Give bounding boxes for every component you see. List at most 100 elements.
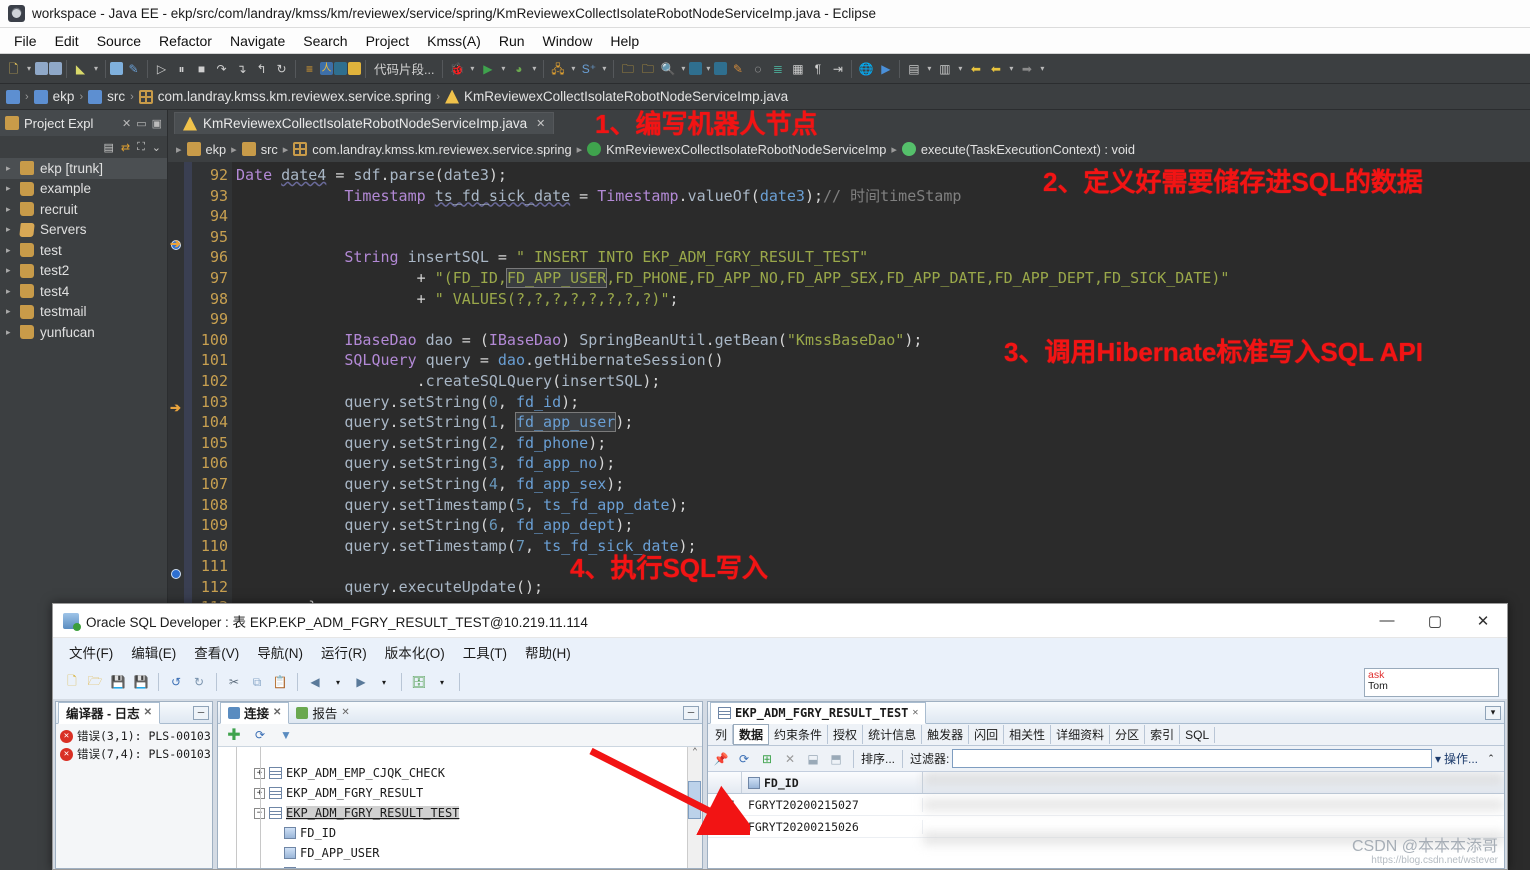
refresh-icon[interactable]: ⟳	[734, 749, 754, 769]
minimize-button[interactable]: —	[1363, 604, 1411, 638]
tree-scrollbar[interactable]: ⌃	[687, 747, 702, 868]
sqldev-menu-file[interactable]: 文件(F)	[62, 639, 120, 665]
minimize-panel-button[interactable]: －	[193, 705, 209, 720]
search-icon[interactable]: 🔍	[658, 59, 677, 79]
snippet-label[interactable]: 代码片段...	[370, 59, 438, 78]
subtab-columns[interactable]: 列	[710, 725, 734, 744]
link-editor-icon[interactable]: ⇄	[121, 141, 130, 154]
java-perspective-icon[interactable]: 人	[320, 62, 333, 75]
project-tree[interactable]: ▸ ekp [trunk] ▸ example ▸ recruit ▸ Serv…	[0, 158, 167, 343]
focus-icon[interactable]: ⛶	[137, 141, 145, 154]
run-sql-dropdown-icon[interactable]: ▾	[432, 672, 452, 692]
run-icon[interactable]: ▶	[478, 59, 497, 79]
quick-fix-icon[interactable]: ◣	[71, 59, 90, 79]
project-explorer-toolbar[interactable]: ▤ ⇄ ⛶ ⌄	[0, 136, 167, 158]
run-sql-icon[interactable]: 🗄	[409, 672, 429, 692]
open-type-icon[interactable]: ≡	[300, 59, 319, 79]
word-wrap-icon[interactable]: ⇥	[828, 59, 847, 79]
menu-source[interactable]: Source	[89, 31, 149, 51]
editor-crumb-src[interactable]: src	[261, 142, 278, 157]
menu-edit[interactable]: Edit	[47, 31, 87, 51]
target-icon[interactable]: ◌	[748, 59, 767, 79]
save-all-icon[interactable]	[49, 62, 62, 75]
maximize-button[interactable]: ▢	[1411, 604, 1459, 638]
server-dropdown-icon[interactable]: ▾	[568, 64, 578, 73]
insert-row-icon[interactable]: ⊞	[757, 749, 777, 769]
next-annotation-icon[interactable]: ▥	[935, 59, 954, 79]
sqldev-menu-navigate[interactable]: 导航(N)	[250, 639, 310, 665]
sqldev-toolbar[interactable]: 🗋 🗁 💾 💾 ↺ ↻ ✂ ⧉ 📋 ◀ ▾ ▶ ▾ 🗄 ▾ ask Tom	[53, 665, 1507, 699]
tree-item-test4[interactable]: ▸ test4	[0, 281, 167, 302]
menu-search[interactable]: Search	[295, 31, 355, 51]
close-button[interactable]: ✕	[1459, 604, 1507, 638]
twisty-icon[interactable]: ▸	[6, 286, 14, 297]
suspend-icon[interactable]: ⏸	[172, 59, 191, 79]
data-grid[interactable]: FD_ID 1 FGRYT20200215027 2 FGRYT20200215…	[708, 772, 1504, 868]
open-folder-icon[interactable]: 🗀	[618, 59, 637, 79]
menu-kmss[interactable]: Kmss(A)	[419, 31, 489, 51]
block-select-icon[interactable]: ≣	[768, 59, 787, 79]
sqldev-menu-versioning[interactable]: 版本化(O)	[378, 639, 452, 665]
twisty-icon[interactable]: ▸	[6, 183, 14, 194]
maximize-icon[interactable]: ▣	[152, 117, 162, 130]
search-dropdown-icon[interactable]: ▾	[678, 64, 688, 73]
editor-tab-active[interactable]: KmReviewexCollectIsolateRobotNodeService…	[174, 112, 555, 134]
connections-tree[interactable]: + EKP_ADM_EMP_CJQK_CHECK + EKP_ADM_FGRY_…	[218, 747, 702, 868]
pencil-icon[interactable]: ✎	[124, 59, 143, 79]
tab-table-ekp-adm-fgry-result-test[interactable]: EKP_ADM_FGRY_RESULT_TEST ✕	[710, 701, 927, 724]
coverage-icon[interactable]: ◕	[509, 59, 528, 79]
close-icon[interactable]: ✕	[273, 707, 281, 718]
twisty-icon[interactable]: ▸	[6, 204, 14, 215]
subtab-triggers[interactable]: 触发器	[922, 725, 970, 744]
open-folder2-icon[interactable]: 🗀	[638, 59, 657, 79]
sqldev-menu-help[interactable]: 帮助(H)	[518, 639, 578, 665]
menu-run[interactable]: Run	[491, 31, 533, 51]
tree-item-yunfucan[interactable]: ▸ yunfucan	[0, 322, 167, 343]
project-explorer-header[interactable]: Project Expl ✕ ▭ ▣	[0, 110, 167, 136]
coverage-dropdown-icon[interactable]: ▾	[529, 64, 539, 73]
navigate-forward-icon[interactable]: ▶	[351, 672, 371, 692]
pin-icon[interactable]: 📌	[711, 749, 731, 769]
actions-button[interactable]: ▾	[1435, 752, 1441, 766]
close-icon[interactable]: ✕	[536, 117, 545, 130]
editor-tab-bar[interactable]: KmReviewexCollectIsolateRobotNodeService…	[168, 110, 1530, 136]
browser-icon[interactable]: 🌐	[856, 59, 875, 79]
close-icon[interactable]: ✕	[122, 117, 131, 130]
actions-label[interactable]: 操作...	[1444, 750, 1478, 767]
grid-toolbar[interactable]: 📌 ⟳ ⊞ ✕ ⬓ ⬒ 排序... 过滤器: ▾ 操作... ⌃	[708, 746, 1504, 772]
eclipse-toolbar[interactable]: 🗋 ▾ ◣ ▾ ✎ ▷ ⏸ ■ ↷ ↴ ↰ ↻ ≡ 人 代码片段... 🐞 ▾ …	[0, 54, 1530, 84]
run-as-icon[interactable]: ▶	[876, 59, 895, 79]
forward-dropdown-icon[interactable]: ▾	[1037, 64, 1047, 73]
toggle-breadcrumb-icon[interactable]	[714, 62, 728, 75]
tree-node-fd-id[interactable]: FD_ID	[218, 823, 702, 843]
collapse-all-icon[interactable]: ▤	[103, 141, 113, 154]
twisty-icon[interactable]: ▸	[6, 224, 14, 235]
twisty-icon[interactable]: ▸	[6, 245, 14, 256]
tree-item-test[interactable]: ▸ test	[0, 240, 167, 261]
navigate-forward-dropdown-icon[interactable]: ▾	[374, 672, 394, 692]
sqldev-menu-run[interactable]: 运行(R)	[314, 639, 374, 665]
debug-dropdown-icon[interactable]: ▾	[467, 64, 477, 73]
window-controls[interactable]: — ▢ ✕	[1363, 604, 1507, 638]
step-over-icon[interactable]: ↷	[212, 59, 231, 79]
forward-icon[interactable]: ➡	[1017, 59, 1036, 79]
terminate-icon[interactable]: ■	[192, 59, 211, 79]
debug-bug-icon[interactable]: 🐞	[447, 59, 466, 79]
breadcrumb-file[interactable]: KmReviewexCollectIsolateRobotNodeService…	[464, 89, 788, 104]
compiler-log-panel[interactable]: 编译器 - 日志 ✕ － ✕ 错误(3,1): PLS-00103 ✕ 错误(7…	[55, 701, 213, 869]
redo-icon[interactable]: ↻	[189, 672, 209, 692]
menu-file[interactable]: File	[6, 31, 45, 51]
save-icon[interactable]	[35, 62, 48, 75]
tree-node-emp-cjqk-check[interactable]: + EKP_ADM_EMP_CJQK_CHECK	[218, 763, 702, 783]
connections-panel[interactable]: 连接 ✕ 报告 ✕ － ✚ ⟳ ▼ +	[217, 701, 703, 869]
back-icon[interactable]: ⬅	[986, 59, 1005, 79]
table-row[interactable]: 2 FGRYT20200215026	[708, 816, 1504, 838]
tree-node-fd-phone[interactable]: FD_PHONE	[218, 863, 702, 868]
sqldev-menu-edit[interactable]: 编辑(E)	[124, 639, 183, 665]
connections-toolbar[interactable]: ✚ ⟳ ▼	[218, 724, 702, 748]
open-file-icon[interactable]: 🗁	[85, 672, 105, 692]
menu-window[interactable]: Window	[535, 31, 601, 51]
close-icon[interactable]: ✕	[912, 707, 918, 718]
perspective-icon[interactable]	[689, 62, 703, 75]
tree-node-fgry-result[interactable]: + EKP_ADM_FGRY_RESULT	[218, 783, 702, 803]
